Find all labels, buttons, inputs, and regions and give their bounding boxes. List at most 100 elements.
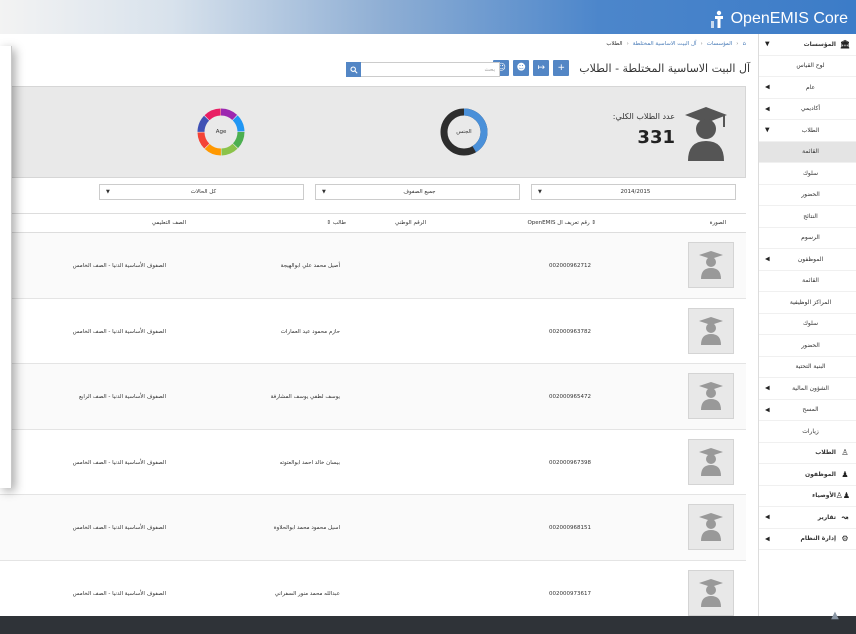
status-value: كل الحالات	[190, 189, 217, 195]
sidebar-item-staff-attendance[interactable]: الحضور	[759, 335, 856, 357]
student-avatar-icon	[699, 382, 723, 410]
student-photo	[688, 373, 734, 419]
age-chart[interactable]: Age	[196, 107, 246, 157]
student-name-cell[interactable]: بيسان خالد احمد ابوالعتوته	[280, 460, 340, 466]
sidebar-item-label: إدارة النظام	[800, 535, 836, 543]
table-row[interactable]: 002000973617 عبدالله محمد منور السفراني …	[0, 561, 746, 617]
sidebar-item-fees[interactable]: الرسوم	[759, 228, 856, 249]
sidebar-item-visits[interactable]: زيارات	[759, 421, 856, 443]
breadcrumb-separator: ‹	[700, 41, 703, 47]
caret-left-icon: ◀	[765, 406, 770, 414]
caret-down-icon: ▼	[538, 189, 542, 195]
academic-period-select[interactable]: 2014/2015 ▼	[531, 184, 736, 200]
student-photo	[688, 307, 734, 354]
student-name-cell[interactable]: عبدالله محمد منور السفراني	[275, 591, 340, 597]
home-icon[interactable]: ⌂	[743, 41, 747, 47]
sidebar-item-attendance[interactable]: الحضور	[759, 185, 856, 206]
student-name-cell[interactable]: أصيل محمد علي ابوالهيجة	[281, 263, 340, 269]
sidebar-item-survey[interactable]: المسح ◀	[759, 400, 856, 421]
table-row[interactable]: 002000967398 بيسان خالد احمد ابوالعتوته …	[0, 430, 746, 495]
status-select[interactable]: كل الحالات ▼	[99, 184, 304, 200]
caret-left-icon: ◀	[765, 535, 770, 543]
student-avatar-icon	[699, 447, 723, 476]
sidebar-item-staff-main[interactable]: ♟ الموظفون	[759, 464, 856, 486]
table-row[interactable]: 002000968151 اسيل محمود محمد ابوالحلاوة …	[0, 495, 746, 561]
sidebar-item-staff-behaviour[interactable]: سلوك	[759, 314, 856, 335]
top-header: OpenEMIS Core	[0, 0, 856, 34]
import-button[interactable]: ↦	[533, 60, 550, 76]
sidebar-item-label: الموظفون	[805, 470, 836, 478]
openemis-logo-icon	[710, 10, 723, 28]
sidebar-item-label: المراكز الوظيفية	[789, 298, 832, 306]
breadcrumb-item[interactable]: آل البيت الاساسية المختلطة	[633, 41, 697, 47]
sidebar-item-staff-list[interactable]: القائمة	[759, 271, 856, 292]
sidebar-item-label: القائمة	[802, 277, 819, 285]
academic-period-value: 2014/2015	[620, 189, 651, 195]
openemis-id-cell: 002000963782	[549, 328, 591, 335]
breadcrumb-current: الطلاب	[606, 41, 623, 47]
student-avatar-icon	[699, 578, 723, 607]
breadcrumb-separator: ‹	[626, 41, 629, 47]
search-button[interactable]	[346, 62, 361, 77]
search-icon	[349, 65, 358, 74]
student-name-cell[interactable]: يوسف لطفي يوسف المشارفة	[271, 394, 340, 400]
search-input[interactable]	[357, 66, 495, 73]
gender-chart-label: الجنس	[456, 129, 472, 135]
student-avatar-icon	[699, 513, 723, 541]
scroll-up-icon[interactable]: ▲	[828, 610, 842, 624]
background-window	[0, 46, 12, 488]
sidebar-item-dashboard[interactable]: لوح القياس	[759, 56, 856, 77]
sidebar-item-label: البنية التحتية	[795, 363, 826, 371]
age-chart-label: Age	[215, 129, 227, 135]
brand[interactable]: OpenEMIS Core	[709, 8, 848, 30]
grade-cell: الصفوف الأساسية الدنيا - الصف الرابع	[78, 394, 166, 400]
total-students-value: 331	[637, 127, 675, 148]
header-student[interactable]: طالب ⇕	[327, 220, 347, 226]
header-openemis-id[interactable]: ⇕ رقم تعريف ال OpenEMIS	[527, 220, 596, 226]
student-icon: ♙	[841, 448, 849, 458]
add-button[interactable]: +	[553, 60, 570, 76]
caret-down-icon: ▼	[106, 189, 110, 195]
student-name-cell[interactable]: اسيل محمود محمد ابوالحلاوة	[274, 525, 340, 531]
sidebar-item-label: الرسوم	[801, 234, 820, 242]
grade-value: جميع الصفوف	[403, 189, 436, 195]
table-row[interactable]: 002000962712 أصيل محمد علي ابوالهيجة الص…	[0, 233, 746, 299]
table-row[interactable]: 002000965472 يوسف لطفي يوسف المشارفة الص…	[0, 364, 746, 430]
breadcrumb-separator: ‹	[736, 41, 739, 47]
gender-chart[interactable]: الجنس	[439, 107, 489, 157]
student-name-cell[interactable]: حازم محمود عيد العمارات	[281, 329, 340, 335]
caret-down-icon: ▼	[765, 40, 770, 48]
sidebar-item-behaviour[interactable]: سلوك	[759, 163, 856, 185]
sidebar-item-infrastructure[interactable]: البنية التحتية	[759, 357, 856, 378]
table-header: الصورة ⇕ رقم تعريف ال OpenEMIS الرقم الو…	[0, 213, 746, 233]
promote-button[interactable]: ☻	[513, 60, 530, 76]
sidebar-item-results[interactable]: النتائج	[759, 206, 856, 228]
sidebar-item-general[interactable]: عام ◀	[759, 77, 856, 99]
sidebar-item-staff[interactable]: الموظفون ◀	[759, 249, 856, 271]
sidebar-item-academic[interactable]: أكاديمي ◀	[759, 99, 856, 120]
reports-icon: ↝	[841, 512, 849, 522]
sidebar-item-finance[interactable]: الشؤون المالية ◀	[759, 378, 856, 400]
table-row[interactable]: 002000963782 حازم محمود عيد العمارات الص…	[0, 299, 746, 364]
sidebar-item-students[interactable]: الطلاب ▼	[759, 120, 856, 142]
sidebar-item-label: الحضور	[801, 341, 820, 349]
openemis-id-cell: 002000962712	[549, 263, 591, 269]
sidebar-item-guardians[interactable]: ♟♙ الأوصياء	[759, 486, 856, 507]
sidebar-item-label: الشؤون المالية	[792, 384, 829, 392]
sidebar-item-students-list[interactable]: القائمة	[759, 141, 856, 163]
grade-select[interactable]: جميع الصفوف ▼	[315, 184, 520, 200]
sidebar: 🏛 المؤسسات ▼ لوح القياس عام ◀ أكاديمي ◀ ال…	[758, 34, 856, 616]
sidebar-item-label: المسح	[802, 406, 819, 414]
sidebar-item-label: الموظفون	[797, 255, 824, 263]
caret-left-icon: ◀	[765, 83, 770, 91]
sidebar-item-students-main[interactable]: ♙ الطلاب	[759, 443, 856, 464]
grade-cell: الصفوف الأساسية الدنيا - الصف الخامس	[72, 525, 166, 531]
breadcrumb-item[interactable]: المؤسسات	[707, 41, 733, 47]
sidebar-item-institutions[interactable]: 🏛 المؤسسات ▼	[759, 34, 856, 56]
sidebar-item-administration[interactable]: ⚙ إدارة النظام ◀	[759, 529, 856, 550]
sidebar-item-label: تقارير	[817, 513, 836, 521]
sidebar-item-positions[interactable]: المراكز الوظيفية	[759, 292, 856, 314]
sidebar-item-reports[interactable]: ↝ تقارير ◀	[759, 507, 856, 529]
settings-icon: ⚙	[841, 534, 849, 544]
caret-left-icon: ◀	[765, 513, 770, 521]
